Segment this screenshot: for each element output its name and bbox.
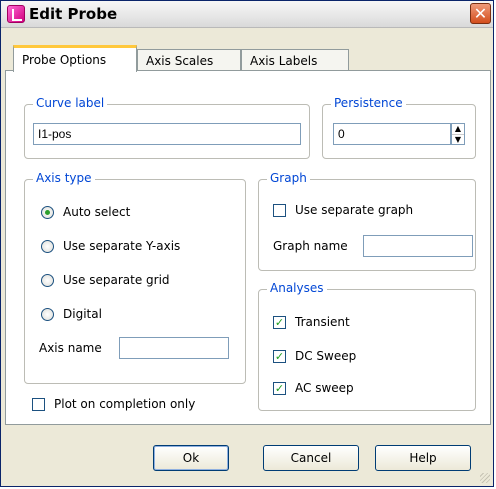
tab-probe-options[interactable]: Probe Options — [13, 45, 137, 72]
close-button[interactable]: ✕ — [470, 3, 491, 24]
graph-name-input[interactable] — [363, 235, 473, 257]
radio-separate-grid[interactable]: Use separate grid — [41, 270, 170, 290]
checkbox-label: Plot on completion only — [54, 397, 196, 411]
cancel-button[interactable]: Cancel — [263, 445, 359, 471]
checkbox[interactable] — [273, 203, 286, 217]
checkmark-icon[interactable]: ✓ — [273, 381, 286, 395]
graph-group: Graph Use separate graph Graph name — [258, 171, 476, 271]
checkbox[interactable] — [32, 397, 45, 411]
probe-options-panel: Curve label Persistence ▲ ▼ Axis type Au… — [5, 70, 491, 425]
down-arrow-icon[interactable]: ▼ — [452, 135, 464, 145]
app-icon — [7, 5, 25, 23]
checkmark-icon[interactable]: ✓ — [273, 349, 286, 363]
persistence-group: Persistence ▲ ▼ — [322, 96, 476, 159]
resize-grip-icon[interactable] — [480, 473, 490, 483]
analyses-legend: Analyses — [267, 281, 327, 295]
radio-separate-y-axis[interactable]: Use separate Y-axis — [41, 236, 180, 256]
checkbox-label: Use separate graph — [295, 203, 414, 217]
ac-sweep-checkbox[interactable]: ✓ AC sweep — [273, 378, 354, 398]
help-button[interactable]: Help — [375, 445, 471, 471]
radio-label: Auto select — [63, 205, 131, 219]
ok-button[interactable]: Ok — [153, 445, 229, 471]
curve-label-group: Curve label — [24, 96, 310, 159]
persistence-legend: Persistence — [331, 96, 406, 110]
dc-sweep-checkbox[interactable]: ✓ DC Sweep — [273, 346, 356, 366]
radio-label: Use separate grid — [63, 273, 170, 287]
up-arrow-icon[interactable]: ▲ — [452, 124, 464, 135]
checkmark-icon[interactable]: ✓ — [273, 315, 286, 329]
axis-name-input[interactable] — [119, 337, 229, 359]
use-separate-graph-checkbox[interactable]: Use separate graph — [273, 200, 413, 220]
checkbox-label: AC sweep — [295, 381, 354, 395]
transient-checkbox[interactable]: ✓ Transient — [273, 312, 350, 332]
window-title: Edit Probe — [29, 5, 118, 23]
radio-button[interactable] — [41, 205, 54, 219]
axis-type-group: Axis type Auto select Use separate Y-axi… — [24, 171, 246, 384]
title-bar[interactable]: Edit Probe ✕ — [1, 1, 493, 28]
checkbox-label: DC Sweep — [295, 349, 357, 363]
radio-button[interactable] — [41, 239, 54, 253]
analyses-group: Analyses ✓ Transient ✓ DC Sweep ✓ AC swe… — [258, 281, 476, 411]
radio-auto-select[interactable]: Auto select — [41, 202, 130, 222]
plot-on-completion-checkbox[interactable]: Plot on completion only — [32, 394, 195, 414]
axis-name-label: Axis name — [39, 341, 102, 355]
radio-label: Digital — [63, 307, 102, 321]
close-icon: ✕ — [473, 4, 488, 23]
tab-axis-labels[interactable]: Axis Labels — [241, 49, 349, 71]
radio-button[interactable] — [41, 273, 54, 287]
radio-label: Use separate Y-axis — [63, 239, 181, 253]
graph-name-label: Graph name — [273, 239, 348, 253]
edit-probe-window: Edit Probe ✕ Probe Options Axis Scales A… — [0, 0, 494, 487]
curve-label-legend: Curve label — [33, 96, 108, 110]
radio-button[interactable] — [41, 307, 54, 321]
persistence-spinner[interactable]: ▲ ▼ — [451, 123, 465, 145]
radio-digital[interactable]: Digital — [41, 304, 102, 324]
checkbox-label: Transient — [295, 315, 350, 329]
tab-axis-scales[interactable]: Axis Scales — [137, 49, 241, 71]
axis-type-legend: Axis type — [33, 171, 95, 185]
curve-label-input[interactable] — [33, 123, 301, 145]
graph-legend: Graph — [267, 171, 310, 185]
persistence-input[interactable] — [333, 123, 451, 145]
